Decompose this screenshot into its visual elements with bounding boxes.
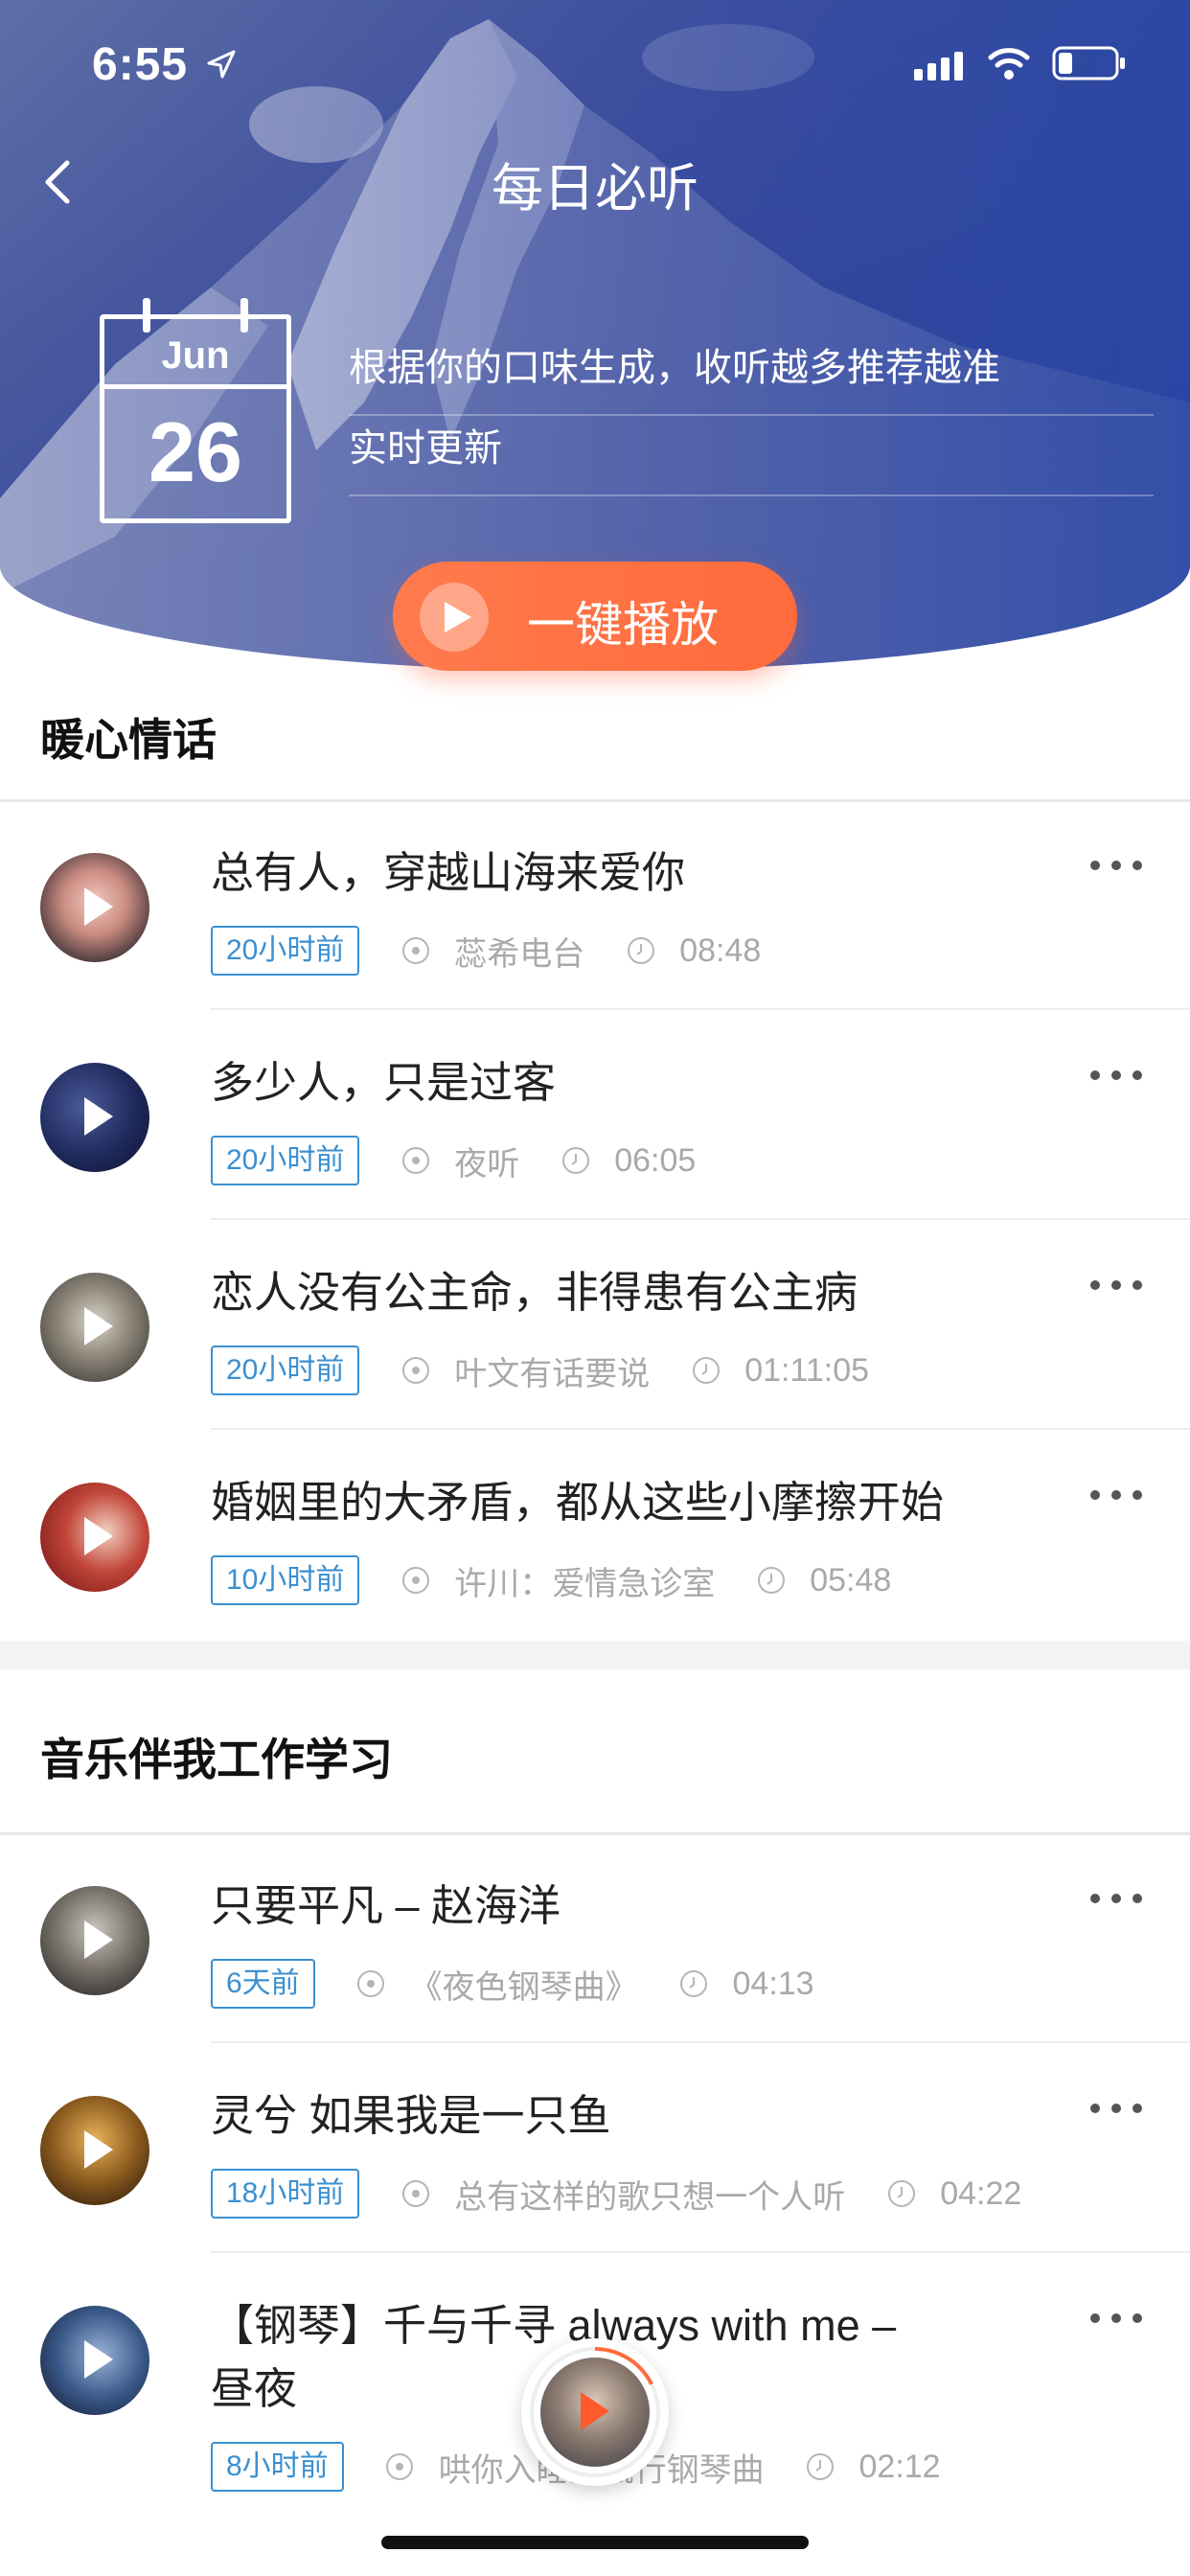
time-ago-badge: 18小时前 xyxy=(211,2169,360,2219)
play-icon xyxy=(84,2130,113,2169)
track-title[interactable]: 灵兮 如果我是一只鱼 xyxy=(211,2084,1054,2148)
episode-title[interactable]: 婚姻里的大矛盾，都从这些小摩擦开始 xyxy=(211,1471,1054,1534)
play-icon xyxy=(84,887,113,926)
episode-cover-avatar[interactable] xyxy=(40,1063,149,1172)
episode-source: 许川：爱情急诊室 xyxy=(454,1565,716,1602)
play-icon xyxy=(420,583,489,652)
episode-meta: 20小时前 叶文有话要说 01:11:05 xyxy=(211,1346,869,1395)
play-all-label: 一键播放 xyxy=(527,598,719,652)
episode-title[interactable]: 恋人没有公主命，非得患有公主病 xyxy=(211,1261,1054,1324)
row-divider xyxy=(211,1428,1190,1430)
episode-duration: 01:11:05 xyxy=(744,1351,870,1389)
episode-cover-avatar[interactable] xyxy=(40,853,149,962)
clock-icon xyxy=(627,937,654,964)
episode-cover-avatar[interactable] xyxy=(40,1886,149,1995)
header-description: 根据你的口味生成，收听越多推荐越准 xyxy=(349,337,1154,416)
section-title-music-work-study: 音乐伴我工作学习 xyxy=(40,1735,393,1784)
track-duration: 04:22 xyxy=(940,2174,1022,2212)
episode-cover-avatar[interactable] xyxy=(40,1273,149,1382)
more-options-icon[interactable] xyxy=(1090,1884,1152,1913)
calendar-ring xyxy=(240,298,248,333)
play-icon xyxy=(581,2392,609,2430)
calendar-month: Jun xyxy=(161,334,230,377)
track-source: 《夜色钢琴曲》 xyxy=(409,1968,638,2006)
track-source: 总有这样的歌只想一个人听 xyxy=(454,2178,846,2216)
cellular-signal-icon xyxy=(914,52,963,80)
clock-icon xyxy=(757,1567,785,1594)
time-ago-badge: 20小时前 xyxy=(211,1346,360,1395)
calendar-icon: Jun 26 xyxy=(100,298,291,523)
row-divider xyxy=(211,2041,1190,2043)
track-duration: 02:12 xyxy=(858,2448,941,2485)
play-all-button[interactable]: 一键播放 xyxy=(393,562,797,671)
clock-icon xyxy=(680,1970,708,1997)
radio-source-icon xyxy=(401,1147,429,1174)
time-ago-badge: 20小时前 xyxy=(211,926,360,976)
more-options-icon[interactable] xyxy=(1090,851,1152,880)
episode-source: 叶文有话要说 xyxy=(454,1355,651,1392)
calendar-ring xyxy=(143,298,150,333)
radio-source-icon xyxy=(401,1567,429,1594)
row-divider xyxy=(211,1008,1190,1010)
section-divider xyxy=(0,799,1190,802)
more-options-icon[interactable] xyxy=(1090,2094,1152,2123)
track-title[interactable]: 只要平凡 – 赵海洋 xyxy=(211,1874,1054,1938)
episode-duration: 08:48 xyxy=(679,932,762,969)
episode-source: 蕊希电台 xyxy=(454,935,585,973)
section-title-warm-words: 暖心情话 xyxy=(40,715,217,765)
home-indicator[interactable] xyxy=(381,2536,809,2549)
row-divider xyxy=(211,1218,1190,1220)
play-icon xyxy=(84,2340,113,2379)
section-gap xyxy=(0,1641,1190,1669)
battery-icon xyxy=(1052,46,1125,80)
mini-player-button[interactable] xyxy=(521,2338,669,2486)
clock-icon xyxy=(807,2453,835,2480)
more-options-icon[interactable] xyxy=(1090,1481,1152,1509)
episode-cover-avatar[interactable] xyxy=(40,2096,149,2205)
row-divider xyxy=(211,2251,1190,2253)
album-source-icon xyxy=(386,2453,414,2480)
play-icon xyxy=(84,1517,113,1555)
more-options-icon[interactable] xyxy=(1090,2304,1152,2333)
clock-icon xyxy=(561,1147,589,1174)
episode-source: 夜听 xyxy=(454,1145,520,1183)
time-ago-badge: 8小时前 xyxy=(211,2442,344,2492)
episode-title[interactable]: 多少人，只是过客 xyxy=(211,1051,1054,1115)
radio-source-icon xyxy=(401,937,429,964)
calendar-divider xyxy=(104,384,286,389)
album-source-icon xyxy=(401,2180,429,2207)
track-meta: 18小时前 总有这样的歌只想一个人听 04:22 xyxy=(211,2169,1021,2219)
episode-meta: 10小时前 许川：爱情急诊室 05:48 xyxy=(211,1555,891,1605)
episode-duration: 05:48 xyxy=(810,1561,892,1598)
section-divider xyxy=(0,1832,1190,1835)
time-ago-badge: 6天前 xyxy=(211,1959,315,2009)
calendar-day: 26 xyxy=(149,404,242,499)
location-arrow-icon xyxy=(207,50,236,79)
time-ago-badge: 20小时前 xyxy=(211,1136,360,1185)
wifi-icon xyxy=(988,48,1030,80)
episode-meta: 20小时前 蕊希电台 08:48 xyxy=(211,926,761,976)
track-duration: 04:13 xyxy=(732,1965,814,2002)
play-icon xyxy=(84,1920,113,1959)
more-options-icon[interactable] xyxy=(1090,1271,1152,1300)
episode-cover-avatar[interactable] xyxy=(40,2306,149,2415)
play-icon xyxy=(84,1307,113,1346)
page-title: 每日必听 xyxy=(492,160,698,218)
track-meta: 6天前 《夜色钢琴曲》 04:13 xyxy=(211,1959,814,2009)
episode-meta: 20小时前 夜听 06:05 xyxy=(211,1136,696,1185)
clock-icon xyxy=(887,2180,915,2207)
status-time: 6:55 xyxy=(92,39,189,90)
album-source-icon xyxy=(357,1970,385,1997)
status-bar: 6:55 xyxy=(0,38,1190,96)
more-options-icon[interactable] xyxy=(1090,1061,1152,1090)
radio-source-icon xyxy=(401,1357,429,1384)
episode-title[interactable]: 总有人，穿越山海来爱你 xyxy=(211,841,1054,905)
play-icon xyxy=(84,1097,113,1136)
time-ago-badge: 10小时前 xyxy=(211,1555,360,1605)
clock-icon xyxy=(692,1357,720,1384)
now-playing-avatar xyxy=(540,2358,650,2467)
episode-duration: 06:05 xyxy=(614,1141,697,1179)
header-update-text: 实时更新 xyxy=(349,418,1154,496)
episode-cover-avatar[interactable] xyxy=(40,1483,149,1592)
